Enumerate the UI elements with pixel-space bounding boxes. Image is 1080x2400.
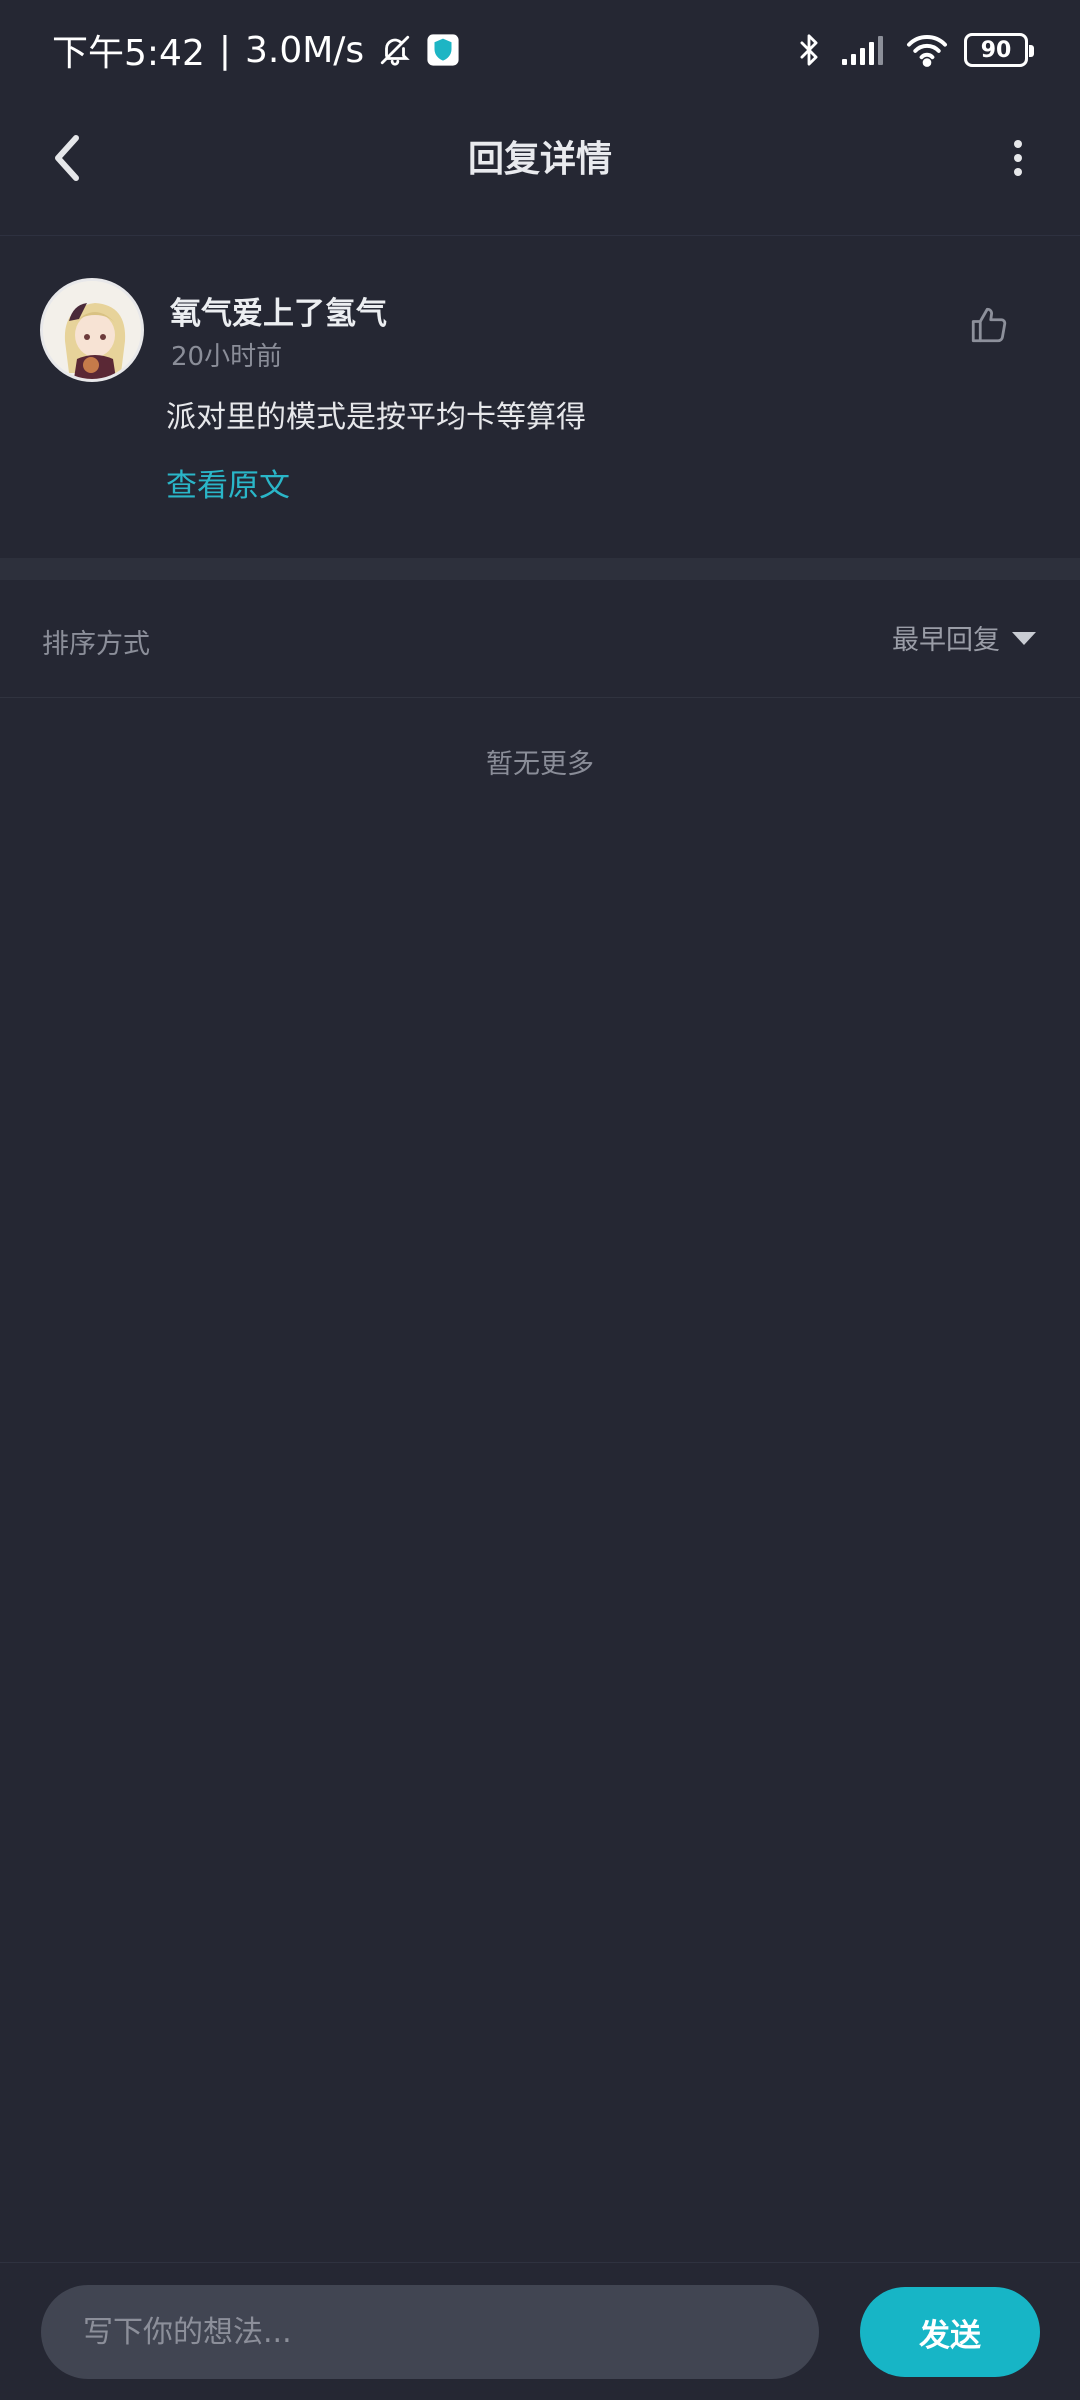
shield-app-icon (426, 33, 460, 67)
sort-selected-value: 最早回复 (892, 625, 1000, 656)
section-divider (0, 558, 1080, 580)
comment-card: 氧气爱上了氢气 20小时前 派对里的模式是按平均卡等算得 查看原文 (0, 236, 1080, 558)
avatar[interactable] (40, 278, 144, 382)
more-vertical-icon (1014, 140, 1022, 176)
battery-level: 90 (980, 37, 1012, 63)
avatar-image (43, 281, 141, 379)
caret-down-icon (1012, 632, 1036, 645)
bluetooth-icon (792, 30, 826, 70)
signal-icon (840, 33, 890, 67)
wifi-icon (904, 32, 950, 68)
sort-row: 排序方式 最早回复 (0, 580, 1080, 698)
reply-detail-page: 下午5:42 | 3.0M/s 90 回复详情 氧气爱上了氢气 20小时前 派对… (0, 0, 1080, 2400)
top-app-bar: 回复详情 (0, 100, 1080, 236)
status-left: 下午5:42 | 3.0M/s (52, 24, 460, 76)
status-right: 90 (792, 30, 1034, 70)
battery-icon: 90 (964, 33, 1034, 67)
comment-time: 20小时前 (171, 342, 283, 372)
username[interactable]: 氧气爱上了氢气 (170, 288, 387, 333)
status-bar: 下午5:42 | 3.0M/s 90 (0, 0, 1080, 100)
mute-bell-icon (378, 33, 412, 67)
page-title: 回复详情 (467, 139, 612, 180)
empty-state-text: 暂无更多 (486, 749, 594, 780)
sort-label: 排序方式 (42, 629, 150, 660)
reply-input[interactable] (41, 2285, 819, 2379)
like-button[interactable] (964, 300, 1014, 350)
status-time: 下午5:42 (52, 33, 205, 74)
send-button[interactable]: 发送 (860, 2287, 1040, 2377)
comment-text: 派对里的模式是按平均卡等算得 (166, 400, 586, 435)
view-original-link[interactable]: 查看原文 (166, 460, 290, 505)
status-separator: | (218, 29, 231, 71)
network-speed: 3.0M/s (244, 29, 365, 71)
sort-dropdown[interactable]: 最早回复 (892, 618, 1036, 657)
thumbs-up-icon (971, 307, 1007, 343)
more-options-button[interactable] (990, 126, 1046, 190)
reply-composer: 发送 (0, 2262, 1080, 2400)
